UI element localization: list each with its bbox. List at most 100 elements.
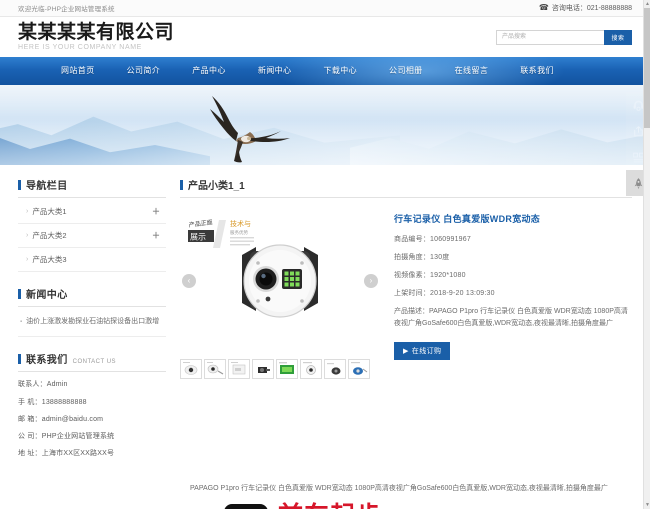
play-triangle-icon: ▶ — [403, 347, 409, 355]
title-marker-icon — [18, 354, 21, 365]
badge-right1: 技术与 — [230, 219, 251, 228]
bottom-banner: 前车起步 提醒功能 贴心提醒您起步驾驶 — [0, 502, 650, 509]
sidebar-news-title: 新闻中心 — [26, 290, 68, 301]
gallery-next-button[interactable]: › — [364, 273, 378, 288]
search-box: 搜索 — [496, 29, 632, 45]
sidebar-item-category-2[interactable]: › 产品大类2 ＋ — [18, 224, 166, 248]
contact-mobile: 手 机：13888888888 — [18, 398, 87, 406]
car-camera-icon — [224, 504, 268, 509]
contact-address: 地 址：上海市XX区XX路XX号 — [18, 449, 115, 457]
scroll-down-arrow[interactable]: ▼ — [644, 501, 650, 509]
welcome-text: 欢迎光临-PHP企业网站管理系统 — [18, 6, 115, 13]
contact-person: 联系人：Admin — [18, 381, 68, 389]
spec-shoot-angle: 拍摄角度：130度 — [394, 254, 450, 261]
nav-item-contact[interactable]: 联系我们 — [504, 57, 570, 85]
online-order-label: 在线订购 — [411, 347, 442, 355]
thumb-image-1 — [183, 362, 198, 375]
sidebar-contact-header: 联系我们 CONTACT US — [18, 351, 166, 373]
badge-line2: 展示 — [190, 233, 206, 242]
chevron-right-icon: › — [26, 232, 29, 239]
hero-banner — [0, 85, 650, 165]
company-name-en: HERE IS YOUR COMPANY NAME — [18, 43, 142, 51]
sidebar-item-category-3[interactable]: › 产品大类3 — [18, 248, 166, 272]
sidebar-contact-title-en: CONTACT US — [72, 359, 117, 366]
nav-item-news[interactable]: 新闻中心 — [242, 57, 308, 85]
nav-item-products[interactable]: 产品中心 — [176, 57, 242, 85]
search-input[interactable] — [496, 29, 604, 45]
contact-list: 联系人：Admin 手 机：13888888888 邮 箱：admin@baid… — [18, 374, 166, 459]
nav-item-about[interactable]: 公司简介 — [111, 57, 177, 85]
bottom-description: PAPAGO P1pro 行车记录仪 白色真爱版 WDR宽动态 1080P高清夜… — [190, 485, 608, 493]
nav-item-home[interactable]: 网站首页 — [45, 57, 111, 85]
expand-plus-icon-1[interactable]: ＋ — [152, 206, 160, 217]
nav-item-message[interactable]: 在线留言 — [439, 57, 505, 85]
gallery-prev-button[interactable]: ‹ — [182, 273, 196, 288]
title-marker-icon — [180, 180, 183, 190]
thumbnail-7[interactable] — [324, 359, 346, 379]
nav-item-download[interactable]: 下载中心 — [307, 57, 373, 85]
page-root: 欢迎光临-PHP企业网站管理系统 ☎ 咨询电话：021-88888888 某某某… — [0, 0, 650, 509]
site-header: 某某某某有限公司 HERE IS YOUR COMPANY NAME 搜索 — [0, 17, 650, 57]
main-nav: 网站首页 公司简介 产品中心 新闻中心 下载中心 公司相册 在线留言 联系我们 — [0, 57, 650, 85]
haze-overlay — [0, 85, 650, 165]
eagle-icon — [210, 96, 290, 163]
spec-label-pixels: 视频像素 — [394, 272, 423, 279]
banner-big-text: 前车起步 — [278, 503, 382, 509]
brand-block[interactable]: 某某某某有限公司 HERE IS YOUR COMPANY NAME — [18, 23, 174, 51]
gallery-stage: 产品正面 展示 技术与 服务优势 ‹ › — [180, 208, 380, 353]
thumbnail-4[interactable] — [252, 359, 274, 379]
main-content: 导航栏目 › 产品大类1 ＋ › 产品大类2 ＋ › 产品大类3 新闻中心 ▪ … — [0, 165, 650, 473]
spec-product-code: 商品编号：1060991967 — [394, 236, 471, 243]
sidebar-contact-title: 联系我们 — [26, 355, 68, 367]
spec-value-code: 1060991967 — [430, 236, 471, 243]
spec-video-pixels: 视频像素：1920*1080 — [394, 272, 466, 279]
thumbnail-2[interactable] — [204, 359, 226, 379]
sidebar: 导航栏目 › 产品大类1 ＋ › 产品大类2 ＋ › 产品大类3 新闻中心 ▪ … — [18, 177, 166, 473]
thumb-image-6 — [303, 362, 316, 375]
spec-value-angle: 130度 — [430, 254, 450, 261]
thumbnail-6[interactable] — [300, 359, 322, 379]
spec-label-code: 商品编号 — [394, 236, 423, 243]
product-description: 产品描述：PAPAGO P1pro 行车记录仪 白色真爱版 WDR宽动态 108… — [394, 308, 628, 327]
thumbnail-3[interactable] — [228, 359, 250, 379]
nav-item-album[interactable]: 公司相册 — [373, 57, 439, 85]
product-gallery: 产品正面 展示 技术与 服务优势 ‹ › — [180, 208, 380, 379]
sidebar-item-category-1[interactable]: › 产品大类1 ＋ — [18, 200, 166, 224]
online-order-button[interactable]: ▶ 在线订购 — [394, 341, 451, 360]
scroll-up-arrow[interactable]: ▲ — [644, 0, 650, 8]
expand-plus-icon-2[interactable]: ＋ — [152, 230, 160, 241]
thumbnail-5[interactable] — [276, 359, 298, 379]
page-scrollbar[interactable]: ▲ ▼ — [643, 0, 650, 509]
sidebar-nav-panel: 导航栏目 › 产品大类1 ＋ › 产品大类2 ＋ › 产品大类3 — [18, 177, 166, 272]
top-bar: 欢迎光临-PHP企业网站管理系统 ☎ 咨询电话：021-88888888 — [0, 0, 650, 17]
thumb-image-2 — [207, 362, 224, 375]
thumb-image-4 — [258, 367, 270, 373]
badge-line1: 产品正面 — [188, 218, 213, 229]
thumb-image-5 — [279, 362, 294, 374]
page-title: 产品小类1_1 — [188, 181, 245, 192]
contact-email: 邮 箱：admin@baidu.com — [18, 415, 104, 423]
sidebar-news-header: 新闻中心 — [18, 286, 166, 307]
chevron-right-icon: › — [26, 256, 29, 263]
thumb-image-8 — [351, 362, 368, 375]
category-2-label: 产品大类2 — [32, 231, 67, 240]
product-detail: 产品正面 展示 技术与 服务优势 ‹ › 行车记录仪 白色真爱版WDR宽动态 商… — [180, 208, 632, 379]
banner-line-1: 前车起步 提醒功能 — [278, 503, 428, 509]
content-header: 产品小类1_1 — [180, 177, 632, 198]
sidebar-nav-header: 导航栏目 — [18, 177, 166, 198]
search-button[interactable]: 搜索 — [604, 29, 632, 45]
badge-right2: 服务优势 — [230, 229, 248, 236]
scroll-thumb[interactable] — [644, 8, 650, 128]
banner-box: 前车起步 提醒功能 贴心提醒您起步驾驶 — [222, 502, 428, 509]
sidebar-news-panel: 新闻中心 ▪ 油价上涨激发勘探业石油钻探设备出口激增 — [18, 286, 166, 338]
chevron-right-icon: › — [26, 208, 29, 215]
thumbnail-8[interactable] — [348, 359, 370, 379]
sidebar-contact-panel: 联系我们 CONTACT US 联系人：Admin 手 机：1388888888… — [18, 351, 166, 459]
thumbnail-strip — [180, 359, 380, 379]
title-marker-icon — [18, 289, 21, 299]
thumb-image-3 — [231, 362, 246, 375]
sidebar-nav-title: 导航栏目 — [26, 181, 68, 192]
thumbnail-1[interactable] — [180, 359, 202, 379]
news-list-item[interactable]: ▪ 油价上涨激发勘探业石油钻探设备出口激增 — [18, 309, 166, 338]
contact-company: 公 司：PHP企业网站管理系统 — [18, 432, 115, 440]
